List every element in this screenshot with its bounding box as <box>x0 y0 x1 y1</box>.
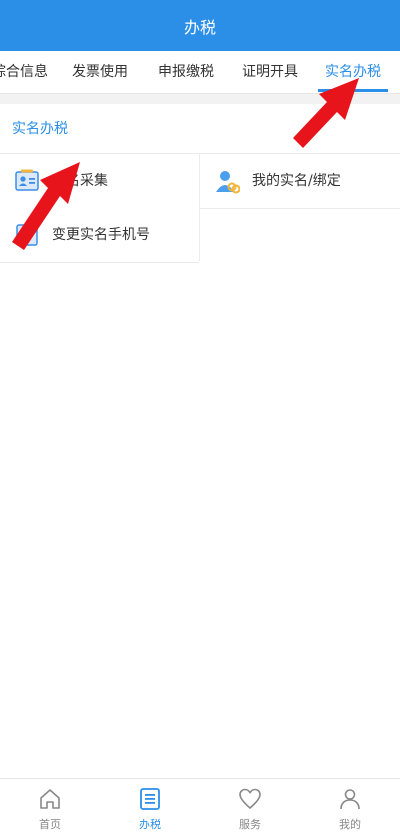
annotation-arrow-tab <box>293 78 359 148</box>
nav-label: 服务 <box>239 818 261 831</box>
bottom-nav: 首页 办税 服务 我的 <box>0 778 400 839</box>
tab-declare-pay[interactable]: 申报缴税 <box>158 51 214 93</box>
user-link-icon <box>216 171 240 194</box>
list-icon <box>140 788 160 810</box>
tab-certificate[interactable]: 证明开具 <box>242 51 298 93</box>
top-header: 办税 <box>0 0 400 51</box>
section-title: 实名办税 <box>12 121 68 137</box>
nav-mine[interactable]: 我的 <box>300 779 400 839</box>
nav-tax[interactable]: 办税 <box>100 779 200 839</box>
nav-service[interactable]: 服务 <box>200 779 300 839</box>
nav-label: 首页 <box>39 818 61 831</box>
nav-label: 办税 <box>139 818 161 831</box>
tab-invoice-use[interactable]: 发票使用 <box>72 51 128 93</box>
home-icon <box>40 789 60 809</box>
nav-label: 我的 <box>339 818 361 831</box>
item-my-realname-bind[interactable]: 我的实名/绑定 <box>200 154 400 209</box>
item-label: 我的实名/绑定 <box>252 173 341 189</box>
page-title: 办税 <box>183 17 216 37</box>
heart-icon <box>239 788 261 810</box>
annotation-arrow-item <box>12 162 80 250</box>
nav-home[interactable]: 首页 <box>0 779 100 839</box>
tab-general-info[interactable]: 综合信息 <box>0 51 48 93</box>
person-icon <box>340 789 360 810</box>
